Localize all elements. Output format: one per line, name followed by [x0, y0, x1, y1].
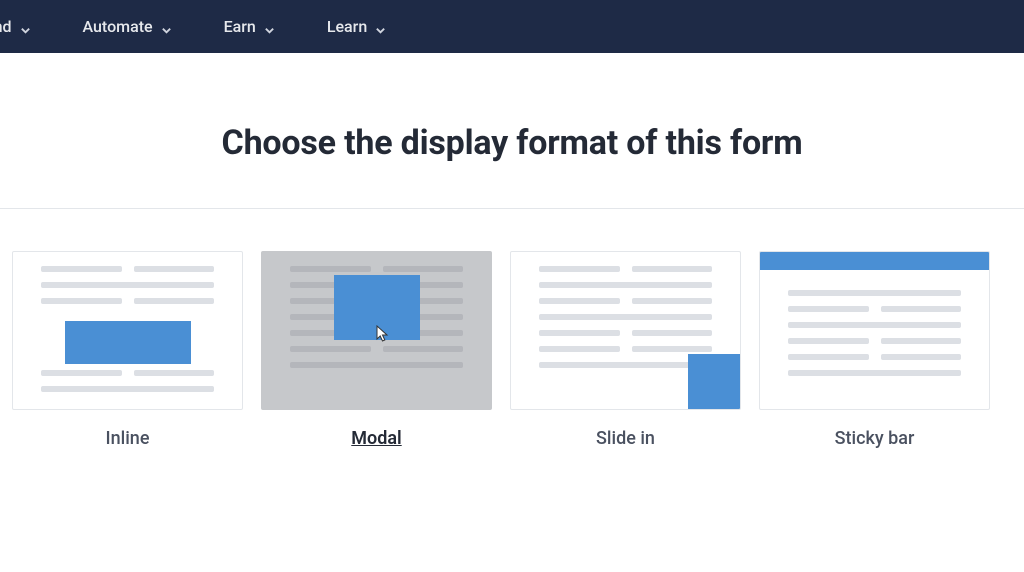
- heading-section: Choose the display format of this form: [0, 53, 1024, 208]
- option-slide-in[interactable]: Slide in: [510, 251, 741, 449]
- nav-item-learn[interactable]: Learn: [327, 17, 386, 36]
- nav-item-send[interactable]: end: [0, 17, 31, 36]
- nav-item-label: Automate: [83, 17, 153, 36]
- option-label: Slide in: [596, 428, 655, 449]
- option-card-inline: [12, 251, 243, 410]
- chevron-down-icon: [375, 21, 386, 32]
- inline-form-preview-icon: [65, 321, 191, 364]
- option-label: Inline: [106, 428, 150, 449]
- nav-item-label: Earn: [224, 17, 256, 36]
- option-sticky-bar[interactable]: Sticky bar: [759, 251, 990, 449]
- option-modal[interactable]: Modal: [261, 251, 492, 449]
- cursor-icon: [374, 325, 390, 343]
- chevron-down-icon: [20, 21, 31, 32]
- option-label: Sticky bar: [835, 428, 915, 449]
- chevron-down-icon: [161, 21, 172, 32]
- preview-lines: [760, 252, 989, 409]
- format-options-grid: Inline Modal: [0, 209, 1024, 449]
- page-title: Choose the display format of this form: [0, 123, 1024, 163]
- option-card-modal: [261, 251, 492, 410]
- nav-item-label: Learn: [327, 17, 367, 36]
- option-inline[interactable]: Inline: [12, 251, 243, 449]
- nav-item-earn[interactable]: Earn: [224, 17, 275, 36]
- nav-item-automate[interactable]: Automate: [83, 17, 172, 36]
- option-card-slide-in: [510, 251, 741, 410]
- top-navbar: end Automate Earn Learn: [0, 0, 1024, 53]
- option-card-sticky-bar: [759, 251, 990, 410]
- option-label: Modal: [351, 428, 401, 449]
- chevron-down-icon: [264, 21, 275, 32]
- slide-in-form-preview-icon: [688, 354, 740, 409]
- nav-item-label: end: [0, 17, 12, 36]
